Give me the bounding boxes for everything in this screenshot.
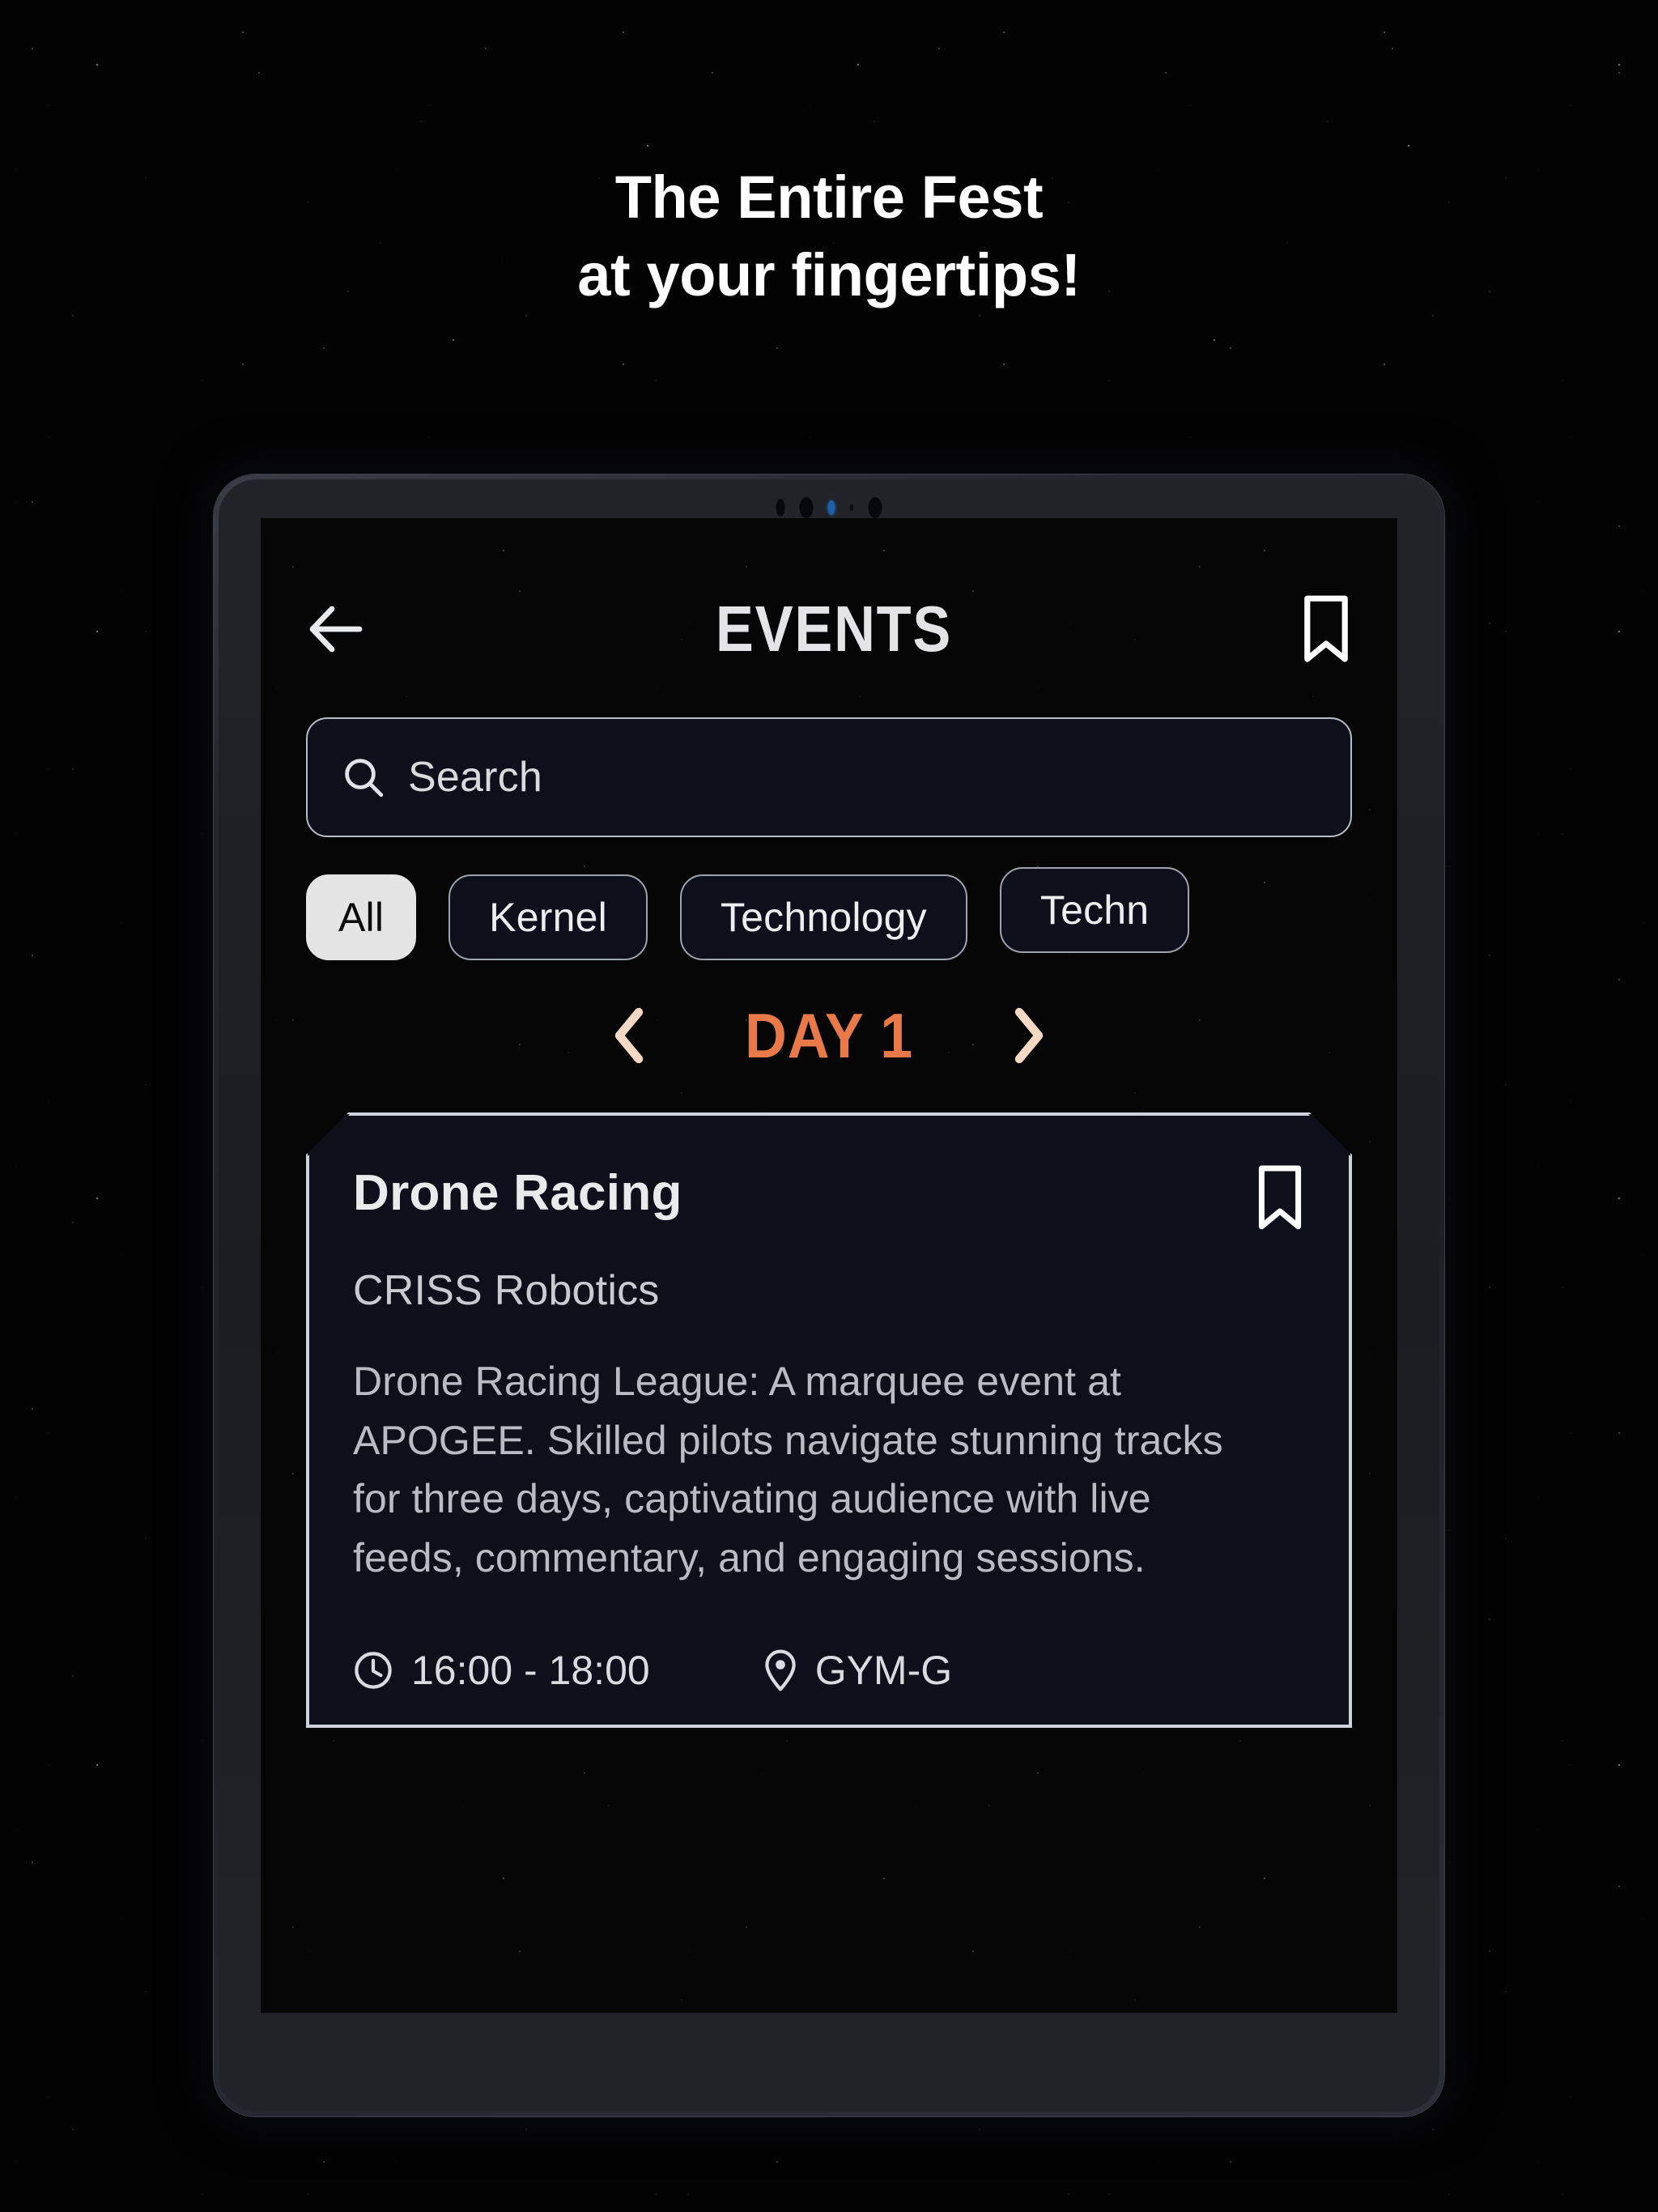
chevron-left-icon xyxy=(608,1006,650,1066)
next-day-button[interactable] xyxy=(1008,1006,1050,1066)
event-location: GYM-G xyxy=(763,1647,952,1694)
search-input[interactable]: Search xyxy=(408,753,542,802)
filter-chip-all[interactable]: All xyxy=(306,874,417,960)
tablet-bezel: EVENTS Search All Kernel Technology Tech… xyxy=(219,479,1439,2112)
event-description: Drone Racing League: A marquee event at … xyxy=(353,1359,1223,1580)
map-pin-icon xyxy=(763,1648,797,1692)
filter-chip-technology-overflow[interactable]: Techn xyxy=(999,867,1190,953)
bookmark-icon xyxy=(1255,1164,1305,1231)
day-selector: DAY 1 xyxy=(288,1004,1370,1067)
front-camera-icon xyxy=(827,500,835,515)
event-card-header: Drone Racing xyxy=(353,1164,1305,1231)
speaker-sensor-icon xyxy=(868,497,882,518)
arrow-left-icon xyxy=(306,604,368,654)
category-filter-row[interactable]: All Kernel Technology Techn xyxy=(306,867,1370,960)
clock-icon xyxy=(353,1650,393,1691)
promo-headline-line-1: The Entire Fest xyxy=(614,164,1044,231)
chevron-right-icon xyxy=(1008,1006,1050,1066)
app-screen: EVENTS Search All Kernel Technology Tech… xyxy=(261,518,1397,2013)
sensor-dot-icon xyxy=(776,499,785,517)
promo-screenshot: The Entire Fest at your fingertips! EVEN… xyxy=(0,0,1658,2212)
proximity-sensor-icon xyxy=(799,497,814,518)
events-page: EVENTS Search All Kernel Technology Tech… xyxy=(261,568,1397,1728)
previous-day-button[interactable] xyxy=(608,1006,650,1066)
tablet-device-frame: EVENTS Search All Kernel Technology Tech… xyxy=(214,474,1444,2116)
event-time: 16:00 - 18:00 xyxy=(353,1647,650,1694)
promo-headline-line-2: at your fingertips! xyxy=(577,241,1081,309)
front-camera-sensor-array xyxy=(776,497,882,518)
bookmark-icon xyxy=(1300,594,1352,664)
filter-chip-kernel[interactable]: Kernel xyxy=(449,874,648,960)
promo-headline: The Entire Fest at your fingertips! xyxy=(0,159,1658,314)
current-day-label: DAY 1 xyxy=(744,1000,914,1071)
saved-events-button[interactable] xyxy=(1300,594,1352,664)
search-bar[interactable]: Search xyxy=(306,717,1352,837)
event-meta-row: 16:00 - 18:00 GYM-G xyxy=(353,1647,1305,1702)
event-time-text: 16:00 - 18:00 xyxy=(411,1648,650,1693)
event-title: Drone Racing xyxy=(353,1165,682,1221)
light-sensor-icon xyxy=(849,504,854,511)
event-card[interactable]: Drone Racing CRISS Robotics Drone Racing… xyxy=(306,1112,1352,1728)
event-location-text: GYM-G xyxy=(814,1648,953,1693)
event-organizer: CRISS Robotics xyxy=(353,1267,660,1314)
filter-chip-technology[interactable]: Technology xyxy=(679,874,967,960)
bookmark-event-button[interactable] xyxy=(1255,1164,1305,1231)
page-title: EVENTS xyxy=(715,593,953,665)
app-bar: EVENTS xyxy=(288,568,1370,690)
back-button[interactable] xyxy=(306,604,368,654)
search-icon xyxy=(342,755,385,799)
